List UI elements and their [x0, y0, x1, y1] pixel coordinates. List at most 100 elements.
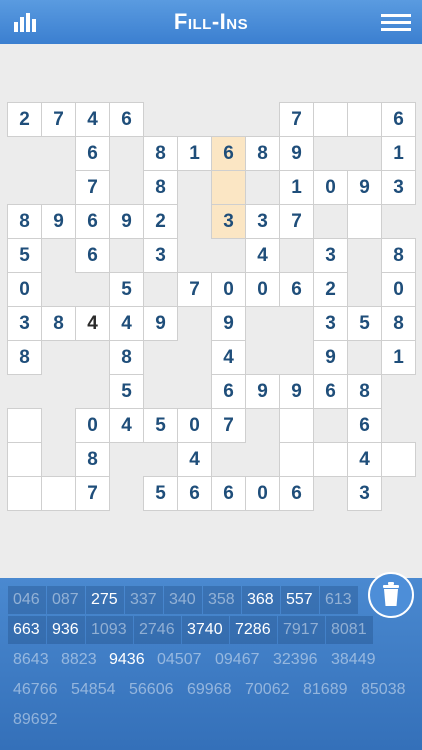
word-bank-item[interactable]: 46766 [8, 676, 65, 704]
word-bank-item[interactable]: 69968 [182, 676, 239, 704]
grid-cell[interactable]: 9 [109, 204, 144, 239]
grid-cell[interactable]: 6 [75, 136, 110, 171]
grid-cell[interactable]: 0 [75, 408, 110, 443]
grid-cell[interactable]: 2 [7, 102, 42, 137]
word-bank-item[interactable]: 04507 [152, 646, 209, 674]
word-bank-item[interactable]: 9436 [104, 646, 151, 674]
grid-cell[interactable]: 6 [313, 374, 348, 409]
word-bank-item[interactable]: 8081 [326, 616, 373, 644]
grid-cell[interactable]: 4 [211, 340, 246, 375]
grid-cell[interactable]: 6 [75, 238, 110, 273]
grid-cell[interactable]: 4 [75, 306, 110, 341]
grid-cell[interactable] [347, 204, 382, 239]
grid-cell[interactable]: 6 [211, 136, 246, 171]
grid-cell[interactable]: 6 [177, 476, 212, 511]
word-bank-item[interactable]: 337 [125, 586, 163, 614]
grid-cell[interactable]: 3 [347, 476, 382, 511]
word-bank-item[interactable]: 70062 [240, 676, 297, 704]
grid-cell[interactable]: 4 [347, 442, 382, 477]
grid-cell[interactable]: 4 [109, 306, 144, 341]
word-bank-item[interactable]: 275 [86, 586, 124, 614]
grid-cell[interactable]: 3 [7, 306, 42, 341]
grid-cell[interactable]: 0 [245, 476, 280, 511]
grid-cell[interactable]: 9 [279, 374, 314, 409]
grid-cell[interactable]: 1 [381, 340, 416, 375]
grid-cell[interactable]: 1 [177, 136, 212, 171]
word-bank-item[interactable]: 1093 [86, 616, 133, 644]
word-bank-item[interactable]: 340 [164, 586, 202, 614]
grid-cell[interactable]: 5 [143, 408, 178, 443]
grid-cell[interactable]: 8 [347, 374, 382, 409]
grid-cell[interactable] [7, 476, 42, 511]
hamburger-menu-icon[interactable] [380, 10, 412, 34]
trash-button[interactable] [368, 572, 414, 618]
grid-cell[interactable]: 5 [143, 476, 178, 511]
grid-cell[interactable]: 5 [109, 272, 144, 307]
grid-cell[interactable]: 9 [143, 306, 178, 341]
grid-cell[interactable]: 9 [211, 306, 246, 341]
grid-cell[interactable]: 8 [41, 306, 76, 341]
grid-cell[interactable]: 3 [143, 238, 178, 273]
word-bank-item[interactable]: 7286 [230, 616, 277, 644]
word-bank-item[interactable]: 8823 [56, 646, 103, 674]
grid-cell[interactable]: 0 [313, 170, 348, 205]
word-bank-item[interactable]: 81689 [298, 676, 355, 704]
grid-cell[interactable] [279, 408, 314, 443]
word-bank-item[interactable]: 89692 [8, 706, 65, 734]
word-bank-item[interactable]: 09467 [210, 646, 267, 674]
grid-cell[interactable]: 4 [109, 408, 144, 443]
grid-cell[interactable]: 7 [75, 170, 110, 205]
word-bank-item[interactable]: 85038 [356, 676, 413, 704]
word-bank-item[interactable]: 368 [242, 586, 280, 614]
grid-cell[interactable]: 6 [279, 272, 314, 307]
grid-cell[interactable]: 5 [347, 306, 382, 341]
grid-cell[interactable]: 7 [177, 272, 212, 307]
grid-cell[interactable]: 0 [211, 272, 246, 307]
grid-cell[interactable] [41, 476, 76, 511]
word-bank-item[interactable]: 2746 [134, 616, 181, 644]
word-bank-item[interactable]: 7917 [278, 616, 325, 644]
grid-cell[interactable]: 2 [313, 272, 348, 307]
grid-cell[interactable]: 9 [245, 374, 280, 409]
grid-cell[interactable]: 7 [41, 102, 76, 137]
grid-cell[interactable]: 7 [75, 476, 110, 511]
word-bank-item[interactable]: 936 [47, 616, 85, 644]
grid-cell[interactable]: 1 [279, 170, 314, 205]
grid-cell[interactable]: 9 [347, 170, 382, 205]
grid-cell[interactable]: 7 [211, 408, 246, 443]
grid-cell[interactable] [313, 102, 348, 137]
grid-cell[interactable]: 8 [143, 136, 178, 171]
grid-cell[interactable]: 0 [245, 272, 280, 307]
grid-cell[interactable]: 6 [109, 102, 144, 137]
grid-cell[interactable]: 8 [109, 340, 144, 375]
grid-cell[interactable]: 3 [313, 306, 348, 341]
grid-cell[interactable]: 9 [313, 340, 348, 375]
word-bank-item[interactable]: 613 [320, 586, 358, 614]
grid-cell[interactable]: 8 [381, 306, 416, 341]
grid-cell[interactable]: 6 [75, 204, 110, 239]
word-bank-item[interactable]: 32396 [268, 646, 325, 674]
grid-cell[interactable]: 7 [279, 102, 314, 137]
word-bank-item[interactable]: 358 [203, 586, 241, 614]
word-bank-item[interactable]: 3740 [182, 616, 229, 644]
word-bank-item[interactable]: 54854 [66, 676, 123, 704]
grid-cell[interactable] [347, 102, 382, 137]
grid-cell[interactable]: 0 [381, 272, 416, 307]
grid-cell[interactable]: 6 [211, 374, 246, 409]
word-bank-item[interactable]: 56606 [124, 676, 181, 704]
word-bank-item[interactable]: 38449 [326, 646, 383, 674]
grid-cell[interactable]: 8 [381, 238, 416, 273]
grid-cell[interactable]: 5 [7, 238, 42, 273]
grid-cell[interactable]: 6 [347, 408, 382, 443]
grid-cell[interactable]: 9 [41, 204, 76, 239]
grid-cell[interactable] [381, 442, 416, 477]
grid-cell[interactable]: 4 [75, 102, 110, 137]
grid-cell[interactable]: 0 [177, 408, 212, 443]
grid-cell[interactable]: 4 [177, 442, 212, 477]
grid-cell[interactable]: 2 [143, 204, 178, 239]
word-bank-item[interactable]: 046 [8, 586, 46, 614]
grid-cell[interactable]: 8 [245, 136, 280, 171]
word-bank-item[interactable]: 8643 [8, 646, 55, 674]
grid-cell[interactable]: 3 [313, 238, 348, 273]
grid-cell[interactable]: 8 [75, 442, 110, 477]
